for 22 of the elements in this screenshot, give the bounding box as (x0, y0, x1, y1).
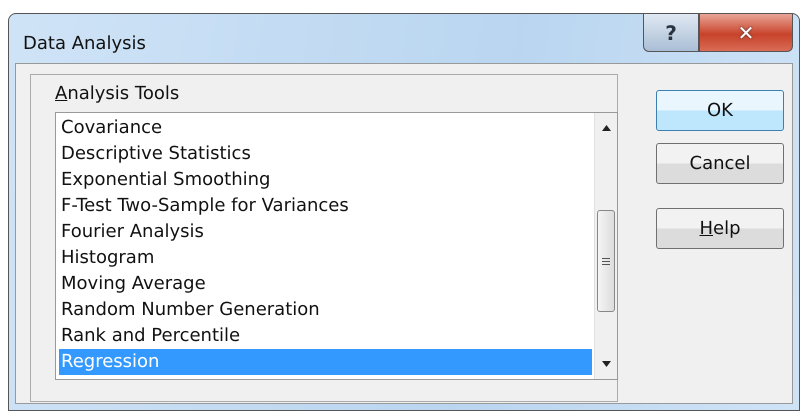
list-item[interactable]: Exponential Smoothing (59, 167, 592, 193)
list-item[interactable]: Random Number Generation (59, 297, 592, 323)
scroll-down-icon[interactable] (602, 361, 610, 367)
dialog-button[interactable]: Help (656, 208, 784, 249)
help-button[interactable]: ? (643, 14, 699, 52)
list-item[interactable]: F-Test Two-Sample for Variances (59, 193, 592, 219)
tool-list[interactable]: Covariance Descriptive Statistics Exponential Smoothing F-Test Two-Sample for Variances Fourier Analysis Histogram Moving Average Random Number Generation Rank and Percentile Regression (55, 112, 618, 380)
close-button[interactable]: ✕ (699, 14, 793, 52)
scroll-thumb[interactable] (597, 210, 615, 312)
dialog-button[interactable]: Cancel (656, 143, 784, 184)
list-item[interactable]: Rank and Percentile (59, 323, 592, 349)
list-item[interactable]: Histogram (59, 245, 592, 271)
scroll-up-icon[interactable] (602, 125, 610, 131)
scrollbar[interactable] (594, 113, 617, 379)
list-item[interactable]: Descriptive Statistics (59, 141, 592, 167)
group-label: Analysis Tools (55, 83, 180, 104)
list-item[interactable]: Covariance (59, 115, 592, 141)
list-item[interactable]: Moving Average (59, 271, 592, 297)
grip-icon (602, 258, 610, 264)
window-title: Data Analysis (23, 33, 146, 54)
list-item[interactable]: Fourier Analysis (59, 219, 592, 245)
dialog-button[interactable]: OK (656, 90, 784, 131)
